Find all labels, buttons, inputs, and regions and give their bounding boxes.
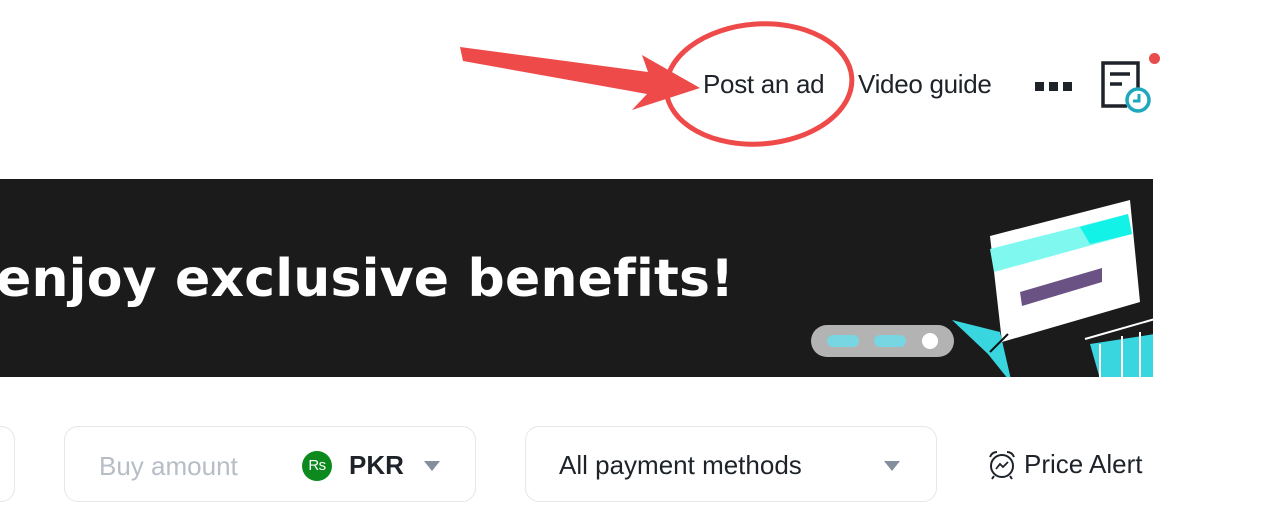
buy-amount-field[interactable]: Rs PKR [64, 426, 476, 502]
more-menu-button[interactable] [1035, 82, 1072, 91]
card-illustration [952, 200, 1153, 377]
chevron-down-icon [423, 460, 440, 471]
currency-selector[interactable]: Rs PKR [302, 450, 440, 481]
banner-headline: enjoy exclusive benefits! [0, 249, 735, 309]
video-guide-link[interactable]: Video guide [858, 66, 992, 102]
more-horizontal-icon-dot [1063, 82, 1072, 91]
price-alert-button[interactable]: Price Alert [987, 449, 1143, 480]
carousel-dot-3-active[interactable] [922, 333, 938, 349]
carousel-dot-1[interactable] [827, 335, 859, 347]
price-alert-label: Price Alert [1024, 449, 1143, 479]
chevron-down-icon [884, 461, 900, 471]
previous-filter-field[interactable] [0, 426, 15, 502]
payment-method-value: All payment methods [559, 450, 802, 480]
buy-amount-input[interactable] [97, 447, 281, 485]
promo-banner[interactable]: enjoy exclusive benefits! [0, 179, 1153, 377]
order-history-button[interactable] [1100, 53, 1160, 116]
rupee-currency-icon: Rs [302, 450, 332, 481]
notification-dot [1149, 53, 1160, 64]
order-history-icon [1101, 61, 1151, 113]
more-horizontal-icon [1035, 82, 1044, 91]
alarm-clock-icon [989, 450, 1015, 480]
more-horizontal-icon-dot [1049, 82, 1058, 91]
currency-code: PKR [349, 450, 404, 480]
annotation-arrow [460, 47, 700, 110]
payment-method-select[interactable]: All payment methods [525, 426, 937, 502]
carousel-dot-2[interactable] [874, 335, 906, 347]
post-an-ad-link[interactable]: Post an ad [703, 66, 825, 102]
banner-carousel-pager [811, 325, 954, 357]
